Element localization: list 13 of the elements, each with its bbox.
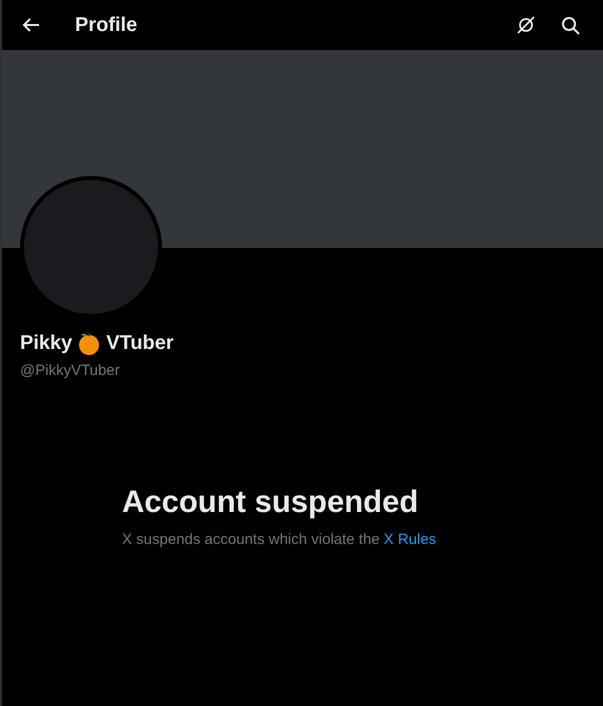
page-title: Profile — [75, 13, 138, 38]
suspended-heading: Account suspended — [122, 482, 420, 520]
citrus-fruit-icon — [78, 331, 100, 355]
slashed-circle-icon — [516, 15, 536, 35]
back-arrow-icon — [22, 17, 40, 33]
search-button[interactable] — [559, 14, 581, 36]
user-handle: @PikkyVTuber — [20, 361, 121, 381]
display-name: VTuber — [106, 331, 174, 356]
rules-link[interactable]: X Rules — [384, 528, 436, 551]
search-icon — [560, 16, 580, 34]
suspension-text: X suspends accounts which violate the — [122, 530, 380, 550]
grok-button[interactable] — [515, 14, 537, 36]
display-name: Pikky — [20, 331, 72, 356]
